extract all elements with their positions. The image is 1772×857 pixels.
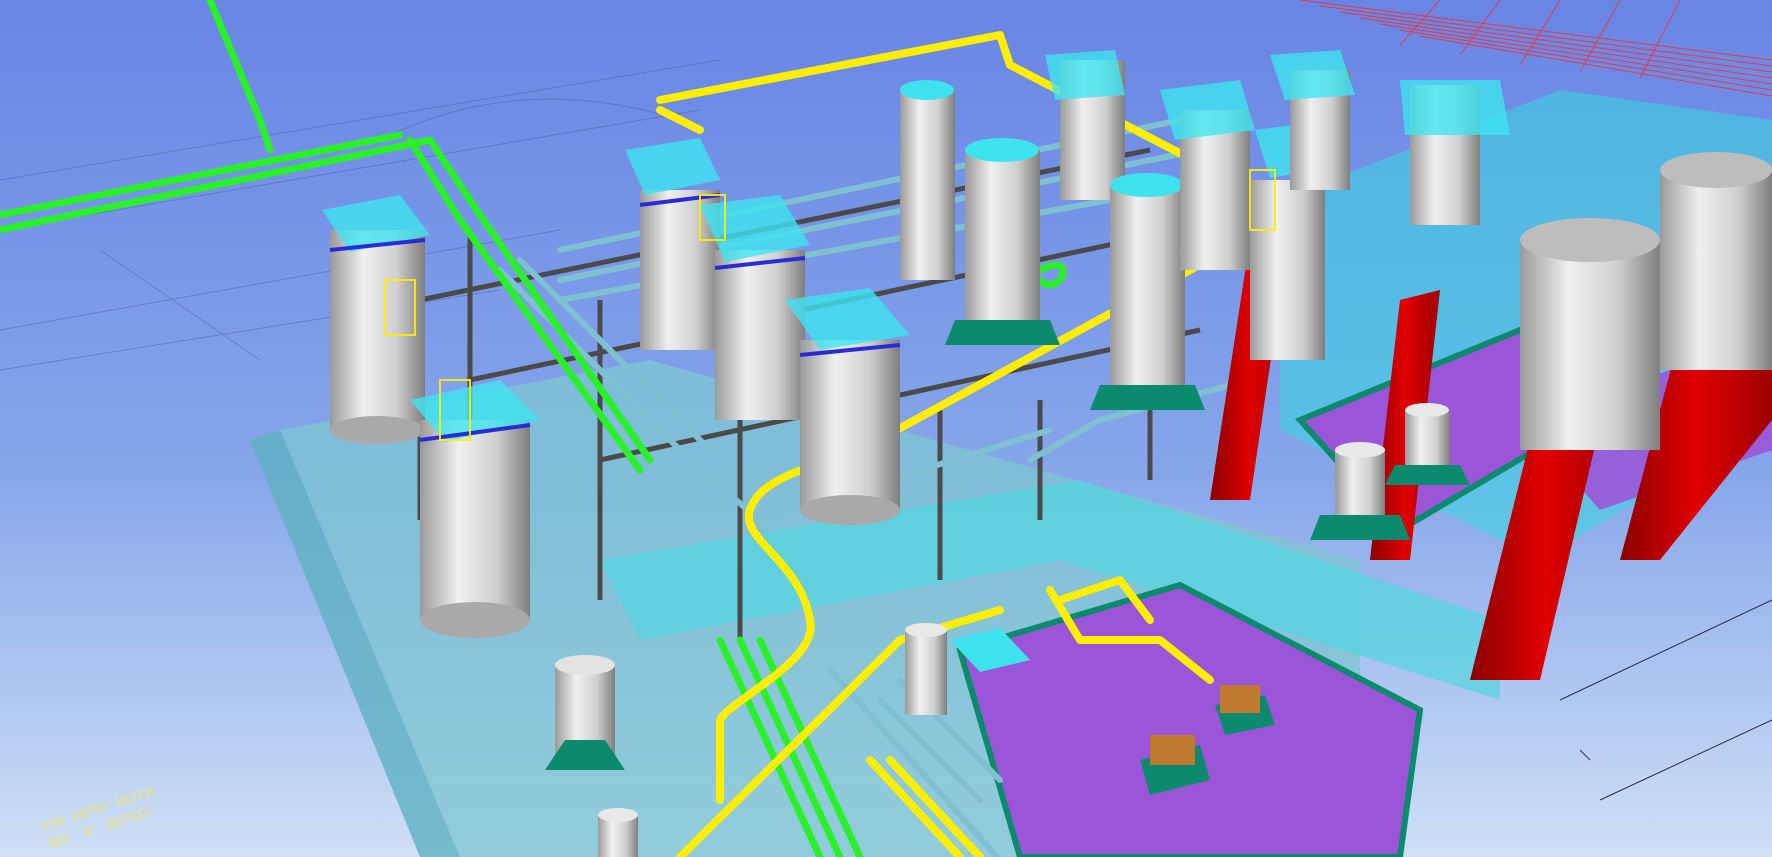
- plant-3d-scene: FOR ENTRY HATCH SEE 'A' DETAIL: [0, 0, 1772, 857]
- vessel-far-right-1: [1520, 218, 1660, 450]
- vessel-far-right-2: [1660, 152, 1772, 370]
- vessel-left-2: [410, 380, 540, 638]
- vessel-left-1: [322, 195, 430, 444]
- vessel-front-small: [905, 623, 947, 715]
- vessel-left-3: [545, 655, 625, 770]
- vessel-mid-3: [785, 288, 910, 525]
- 3d-model-viewport[interactable]: FOR ENTRY HATCH SEE 'A' DETAIL: [0, 0, 1772, 857]
- vessel-mid-4: [900, 80, 955, 280]
- vessel-bottom-left: [598, 808, 638, 857]
